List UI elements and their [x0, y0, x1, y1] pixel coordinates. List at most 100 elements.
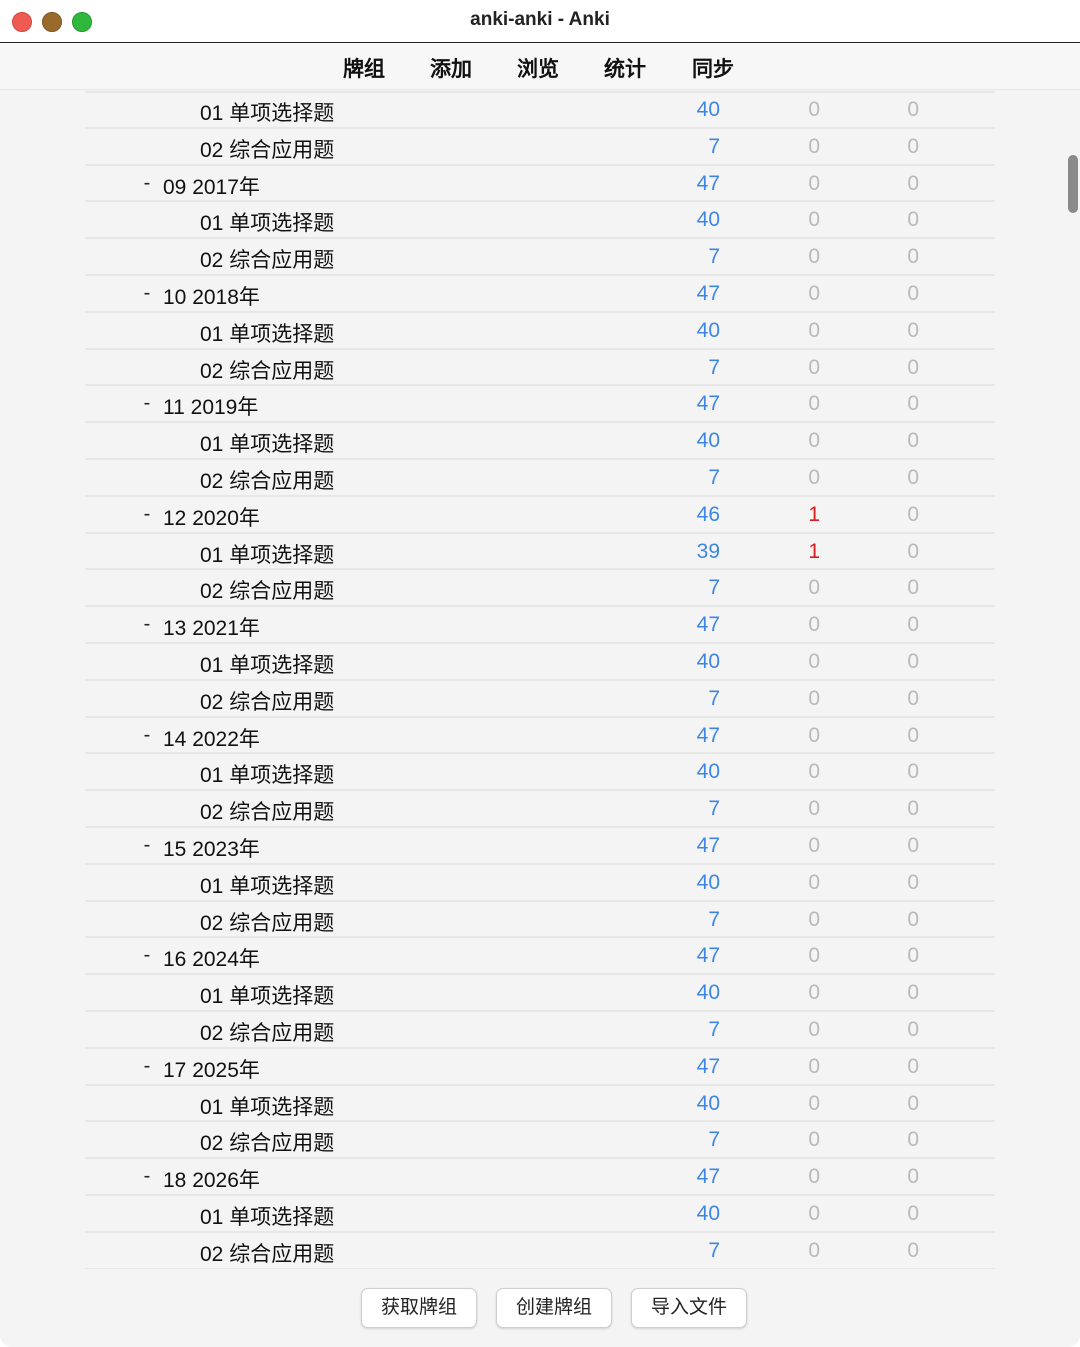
deck-row[interactable]: -15 2023年 47 0 0 — [85, 828, 995, 865]
deck-name-link[interactable]: 02 综合应用题 — [200, 686, 334, 716]
deck-name-link[interactable]: 15 2023年 — [163, 833, 260, 863]
collapse-toggle-icon[interactable]: - — [140, 282, 154, 305]
learning-count: 0 — [808, 1238, 820, 1262]
deck-row[interactable]: -12 2020年 46 1 0 — [85, 497, 995, 534]
deck-name-link[interactable]: 01 单项选择题 — [200, 539, 334, 569]
new-count: 0 — [907, 1017, 919, 1041]
deck-row[interactable]: -16 2024年 47 0 0 — [85, 938, 995, 976]
new-count: 0 — [907, 907, 919, 931]
deck-row[interactable]: 02 综合应用题 7 0 0 — [85, 460, 995, 497]
deck-name-link[interactable]: 01 单项选择题 — [200, 870, 334, 900]
collapse-toggle-icon[interactable]: - — [140, 613, 154, 636]
deck-row[interactable]: 01 单项选择题 39 1 0 — [85, 534, 995, 571]
import-file-button[interactable]: 导入文件 — [631, 1288, 747, 1328]
learning-count: 0 — [808, 318, 820, 342]
deck-name-link[interactable]: 02 综合应用题 — [200, 465, 334, 495]
deck-row[interactable]: 02 综合应用题 7 0 0 — [85, 1122, 995, 1160]
deck-name-link[interactable]: 02 综合应用题 — [200, 1127, 334, 1157]
deck-name-link[interactable]: 02 综合应用题 — [200, 1238, 334, 1268]
deck-row[interactable]: 02 综合应用题 7 0 0 — [85, 570, 995, 608]
deck-name-link[interactable]: 13 2021年 — [163, 612, 260, 642]
deck-name-link[interactable]: 01 单项选择题 — [200, 649, 334, 679]
vertical-scrollbar[interactable] — [1068, 155, 1078, 213]
deck-name-link[interactable]: 11 2019年 — [163, 391, 258, 421]
collapse-toggle-icon[interactable]: - — [140, 1165, 154, 1188]
deck-name-link[interactable]: 17 2025年 — [163, 1054, 260, 1084]
deck-row[interactable]: 02 综合应用题 7 0 0 — [85, 902, 995, 939]
collapse-toggle-icon[interactable]: - — [140, 172, 154, 195]
deck-name-link[interactable]: 02 综合应用题 — [200, 134, 334, 164]
deck-name-link[interactable]: 14 2022年 — [163, 723, 260, 753]
toolbar-decks[interactable]: 牌组 — [343, 53, 385, 83]
new-count: 0 — [907, 355, 919, 379]
deck-row[interactable]: 01 单项选择题 40 0 0 — [85, 865, 995, 902]
deck-name-link[interactable]: 09 2017年 — [163, 171, 260, 201]
deck-row[interactable]: -09 2017年 47 0 0 — [85, 166, 995, 203]
deck-name-link[interactable]: 02 综合应用题 — [200, 575, 334, 605]
deck-name-link[interactable]: 18 2026年 — [163, 1164, 260, 1194]
collapse-toggle-icon[interactable]: - — [140, 724, 154, 747]
deck-row[interactable]: 01 单项选择题 40 0 0 — [85, 313, 995, 350]
deck-name-link[interactable]: 02 综合应用题 — [200, 907, 334, 937]
new-count: 0 — [907, 870, 919, 894]
deck-row[interactable]: 01 单项选择题 40 0 0 — [85, 644, 995, 681]
new-count: 0 — [907, 1054, 919, 1078]
collapse-toggle-icon[interactable]: - — [140, 1055, 154, 1078]
deck-row[interactable]: 02 综合应用题 7 0 0 — [85, 791, 995, 828]
due-count: 40 — [696, 208, 720, 232]
deck-name-link[interactable]: 01 单项选择题 — [200, 318, 334, 348]
due-count: 7 — [708, 1017, 720, 1041]
toolbar-sync[interactable]: 同步 — [692, 53, 734, 83]
collapse-toggle-icon[interactable]: - — [140, 392, 154, 415]
learning-count: 0 — [808, 797, 820, 821]
learning-count: 0 — [808, 723, 820, 747]
deck-row[interactable]: -10 2018年 47 0 0 — [85, 276, 995, 313]
toolbar-stats[interactable]: 统计 — [604, 53, 646, 83]
deck-row[interactable]: -18 2026年 47 0 0 — [85, 1159, 995, 1196]
deck-name-link[interactable]: 10 2018年 — [163, 281, 260, 311]
deck-name-link[interactable]: 02 综合应用题 — [200, 796, 334, 826]
deck-row[interactable]: -14 2022年 47 0 0 — [85, 718, 995, 755]
deck-row[interactable]: 01 单项选择题 40 0 0 — [85, 754, 995, 792]
toolbar-browse[interactable]: 浏览 — [517, 53, 559, 83]
new-count: 0 — [907, 576, 919, 600]
learning-count: 0 — [808, 1091, 820, 1115]
get-shared-decks-button[interactable]: 获取牌组 — [361, 1288, 477, 1328]
deck-name-link[interactable]: 01 单项选择题 — [200, 1091, 334, 1121]
deck-row[interactable]: 01 单项选择题 40 0 0 — [85, 92, 995, 129]
collapse-toggle-icon[interactable]: - — [140, 834, 154, 857]
deck-row[interactable]: 02 综合应用题 7 0 0 — [85, 350, 995, 387]
deck-row[interactable]: 02 综合应用题 7 0 0 — [85, 1233, 995, 1269]
deck-row[interactable]: 02 综合应用题 7 0 0 — [85, 681, 995, 718]
deck-row[interactable]: 01 单项选择题 40 0 0 — [85, 202, 995, 240]
deck-name-link[interactable]: 12 2020年 — [163, 502, 260, 532]
deck-name-link[interactable]: 01 单项选择题 — [200, 980, 334, 1010]
deck-row[interactable]: 02 综合应用题 7 0 0 — [85, 1012, 995, 1049]
deck-row[interactable]: -11 2019年 47 0 0 — [85, 386, 995, 424]
deck-name-link[interactable]: 02 综合应用题 — [200, 1017, 334, 1047]
deck-name-link[interactable]: 01 单项选择题 — [200, 428, 334, 458]
deck-row[interactable]: 01 单项选择题 40 0 0 — [85, 1086, 995, 1123]
due-count: 7 — [708, 134, 720, 158]
deck-name-link[interactable]: 02 综合应用题 — [200, 355, 334, 385]
deck-row[interactable]: 01 单项选择题 40 0 0 — [85, 975, 995, 1012]
collapse-toggle-icon[interactable]: - — [140, 944, 154, 967]
create-deck-button[interactable]: 创建牌组 — [496, 1288, 612, 1328]
deck-row[interactable]: 02 综合应用题 7 0 0 — [85, 129, 995, 166]
deck-name-link[interactable]: 01 单项选择题 — [200, 207, 334, 237]
deck-row[interactable]: 02 综合应用题 7 0 0 — [85, 239, 995, 276]
deck-name-link[interactable]: 02 综合应用题 — [200, 244, 334, 274]
learning-count: 0 — [808, 870, 820, 894]
deck-name-link[interactable]: 01 单项选择题 — [200, 97, 334, 127]
new-count: 0 — [907, 944, 919, 968]
deck-name-link[interactable]: 01 单项选择题 — [200, 1201, 334, 1231]
toolbar-add[interactable]: 添加 — [430, 53, 472, 83]
deck-row[interactable]: 01 单项选择题 40 0 0 — [85, 1196, 995, 1233]
collapse-toggle-icon[interactable]: - — [140, 503, 154, 526]
deck-row[interactable]: 01 单项选择题 40 0 0 — [85, 423, 995, 460]
deck-row[interactable]: -17 2025年 47 0 0 — [85, 1049, 995, 1086]
deck-name-link[interactable]: 01 单项选择题 — [200, 759, 334, 789]
deck-row[interactable]: -13 2021年 47 0 0 — [85, 607, 995, 644]
due-count: 46 — [696, 502, 720, 526]
deck-name-link[interactable]: 16 2024年 — [163, 943, 260, 973]
